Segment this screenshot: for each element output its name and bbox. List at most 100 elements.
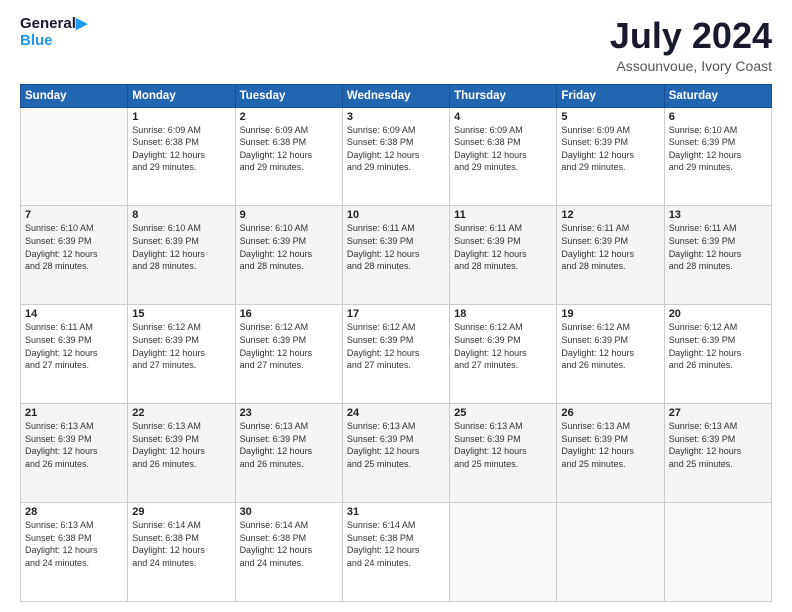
daylight-minutes: and 26 minutes. — [240, 458, 338, 471]
daylight-text: Daylight: 12 hours — [25, 347, 123, 360]
sunset-text: Sunset: 6:39 PM — [240, 433, 338, 446]
day-number: 14 — [25, 308, 123, 320]
table-row: 14 Sunrise: 6:11 AM Sunset: 6:39 PM Dayl… — [21, 305, 128, 404]
sunrise-text: Sunrise: 6:11 AM — [454, 222, 552, 235]
day-number: 8 — [132, 209, 230, 221]
sunrise-text: Sunrise: 6:13 AM — [132, 420, 230, 433]
daylight-text: Daylight: 12 hours — [561, 149, 659, 162]
table-row: 23 Sunrise: 6:13 AM Sunset: 6:39 PM Dayl… — [235, 404, 342, 503]
table-row: 25 Sunrise: 6:13 AM Sunset: 6:39 PM Dayl… — [450, 404, 557, 503]
table-row: 13 Sunrise: 6:11 AM Sunset: 6:39 PM Dayl… — [664, 206, 771, 305]
main-title: July 2024 — [610, 16, 772, 56]
page: General▶ Blue July 2024 Assounvoue, Ivor… — [0, 0, 792, 612]
daylight-text: Daylight: 12 hours — [669, 149, 767, 162]
day-info: Sunrise: 6:09 AM Sunset: 6:39 PM Dayligh… — [561, 124, 659, 174]
daylight-text: Daylight: 12 hours — [132, 445, 230, 458]
table-row: 3 Sunrise: 6:09 AM Sunset: 6:38 PM Dayli… — [342, 107, 449, 206]
daylight-minutes: and 29 minutes. — [132, 161, 230, 174]
sunrise-text: Sunrise: 6:11 AM — [347, 222, 445, 235]
day-number: 18 — [454, 308, 552, 320]
day-info: Sunrise: 6:11 AM Sunset: 6:39 PM Dayligh… — [25, 321, 123, 371]
sunset-text: Sunset: 6:39 PM — [347, 235, 445, 248]
day-number: 28 — [25, 506, 123, 518]
day-info: Sunrise: 6:13 AM Sunset: 6:39 PM Dayligh… — [561, 420, 659, 470]
day-number: 16 — [240, 308, 338, 320]
day-info: Sunrise: 6:13 AM Sunset: 6:39 PM Dayligh… — [132, 420, 230, 470]
daylight-text: Daylight: 12 hours — [454, 445, 552, 458]
day-number: 9 — [240, 209, 338, 221]
daylight-text: Daylight: 12 hours — [25, 445, 123, 458]
sunset-text: Sunset: 6:38 PM — [240, 532, 338, 545]
sunrise-text: Sunrise: 6:09 AM — [240, 124, 338, 137]
day-info: Sunrise: 6:11 AM Sunset: 6:39 PM Dayligh… — [561, 222, 659, 272]
table-row: 12 Sunrise: 6:11 AM Sunset: 6:39 PM Dayl… — [557, 206, 664, 305]
daylight-text: Daylight: 12 hours — [132, 347, 230, 360]
sunset-text: Sunset: 6:39 PM — [454, 334, 552, 347]
sunset-text: Sunset: 6:39 PM — [669, 334, 767, 347]
day-number: 4 — [454, 111, 552, 123]
daylight-text: Daylight: 12 hours — [561, 445, 659, 458]
daylight-minutes: and 25 minutes. — [669, 458, 767, 471]
sunrise-text: Sunrise: 6:14 AM — [347, 519, 445, 532]
sunrise-text: Sunrise: 6:13 AM — [240, 420, 338, 433]
day-number: 17 — [347, 308, 445, 320]
table-row: 4 Sunrise: 6:09 AM Sunset: 6:38 PM Dayli… — [450, 107, 557, 206]
day-info: Sunrise: 6:12 AM Sunset: 6:39 PM Dayligh… — [240, 321, 338, 371]
day-info: Sunrise: 6:09 AM Sunset: 6:38 PM Dayligh… — [347, 124, 445, 174]
daylight-minutes: and 29 minutes. — [240, 161, 338, 174]
table-row: 6 Sunrise: 6:10 AM Sunset: 6:39 PM Dayli… — [664, 107, 771, 206]
day-number: 31 — [347, 506, 445, 518]
header-thursday: Thursday — [450, 84, 557, 107]
daylight-minutes: and 27 minutes. — [347, 359, 445, 372]
daylight-text: Daylight: 12 hours — [454, 347, 552, 360]
sunset-text: Sunset: 6:39 PM — [132, 334, 230, 347]
sunset-text: Sunset: 6:39 PM — [347, 334, 445, 347]
daylight-text: Daylight: 12 hours — [347, 544, 445, 557]
sunset-text: Sunset: 6:39 PM — [669, 433, 767, 446]
calendar-row: 28 Sunrise: 6:13 AM Sunset: 6:38 PM Dayl… — [21, 503, 772, 602]
daylight-minutes: and 28 minutes. — [669, 260, 767, 273]
daylight-text: Daylight: 12 hours — [669, 445, 767, 458]
sunrise-text: Sunrise: 6:11 AM — [25, 321, 123, 334]
table-row: 27 Sunrise: 6:13 AM Sunset: 6:39 PM Dayl… — [664, 404, 771, 503]
day-info: Sunrise: 6:12 AM Sunset: 6:39 PM Dayligh… — [347, 321, 445, 371]
sunset-text: Sunset: 6:39 PM — [454, 433, 552, 446]
day-info: Sunrise: 6:11 AM Sunset: 6:39 PM Dayligh… — [669, 222, 767, 272]
day-info: Sunrise: 6:13 AM Sunset: 6:39 PM Dayligh… — [347, 420, 445, 470]
day-info: Sunrise: 6:10 AM Sunset: 6:39 PM Dayligh… — [240, 222, 338, 272]
day-info: Sunrise: 6:12 AM Sunset: 6:39 PM Dayligh… — [132, 321, 230, 371]
day-info: Sunrise: 6:10 AM Sunset: 6:39 PM Dayligh… — [132, 222, 230, 272]
day-info: Sunrise: 6:13 AM Sunset: 6:39 PM Dayligh… — [669, 420, 767, 470]
sunrise-text: Sunrise: 6:14 AM — [132, 519, 230, 532]
day-number: 11 — [454, 209, 552, 221]
daylight-text: Daylight: 12 hours — [347, 248, 445, 261]
day-info: Sunrise: 6:11 AM Sunset: 6:39 PM Dayligh… — [454, 222, 552, 272]
table-row: 22 Sunrise: 6:13 AM Sunset: 6:39 PM Dayl… — [128, 404, 235, 503]
day-info: Sunrise: 6:14 AM Sunset: 6:38 PM Dayligh… — [132, 519, 230, 569]
table-row: 28 Sunrise: 6:13 AM Sunset: 6:38 PM Dayl… — [21, 503, 128, 602]
sunset-text: Sunset: 6:39 PM — [561, 235, 659, 248]
table-row: 31 Sunrise: 6:14 AM Sunset: 6:38 PM Dayl… — [342, 503, 449, 602]
sunrise-text: Sunrise: 6:10 AM — [240, 222, 338, 235]
day-info: Sunrise: 6:12 AM Sunset: 6:39 PM Dayligh… — [561, 321, 659, 371]
header-saturday: Saturday — [664, 84, 771, 107]
logo: General▶ Blue — [20, 16, 87, 49]
day-number: 20 — [669, 308, 767, 320]
daylight-minutes: and 27 minutes. — [25, 359, 123, 372]
day-number: 30 — [240, 506, 338, 518]
sunset-text: Sunset: 6:38 PM — [132, 136, 230, 149]
table-row: 1 Sunrise: 6:09 AM Sunset: 6:38 PM Dayli… — [128, 107, 235, 206]
sunset-text: Sunset: 6:39 PM — [240, 334, 338, 347]
day-number: 5 — [561, 111, 659, 123]
sunset-text: Sunset: 6:38 PM — [454, 136, 552, 149]
day-info: Sunrise: 6:13 AM Sunset: 6:38 PM Dayligh… — [25, 519, 123, 569]
daylight-minutes: and 25 minutes. — [561, 458, 659, 471]
sunrise-text: Sunrise: 6:10 AM — [25, 222, 123, 235]
daylight-minutes: and 25 minutes. — [454, 458, 552, 471]
sunset-text: Sunset: 6:39 PM — [561, 334, 659, 347]
sunrise-text: Sunrise: 6:11 AM — [561, 222, 659, 235]
day-info: Sunrise: 6:09 AM Sunset: 6:38 PM Dayligh… — [454, 124, 552, 174]
calendar-table: Sunday Monday Tuesday Wednesday Thursday… — [20, 84, 772, 602]
sunrise-text: Sunrise: 6:12 AM — [454, 321, 552, 334]
table-row: 16 Sunrise: 6:12 AM Sunset: 6:39 PM Dayl… — [235, 305, 342, 404]
